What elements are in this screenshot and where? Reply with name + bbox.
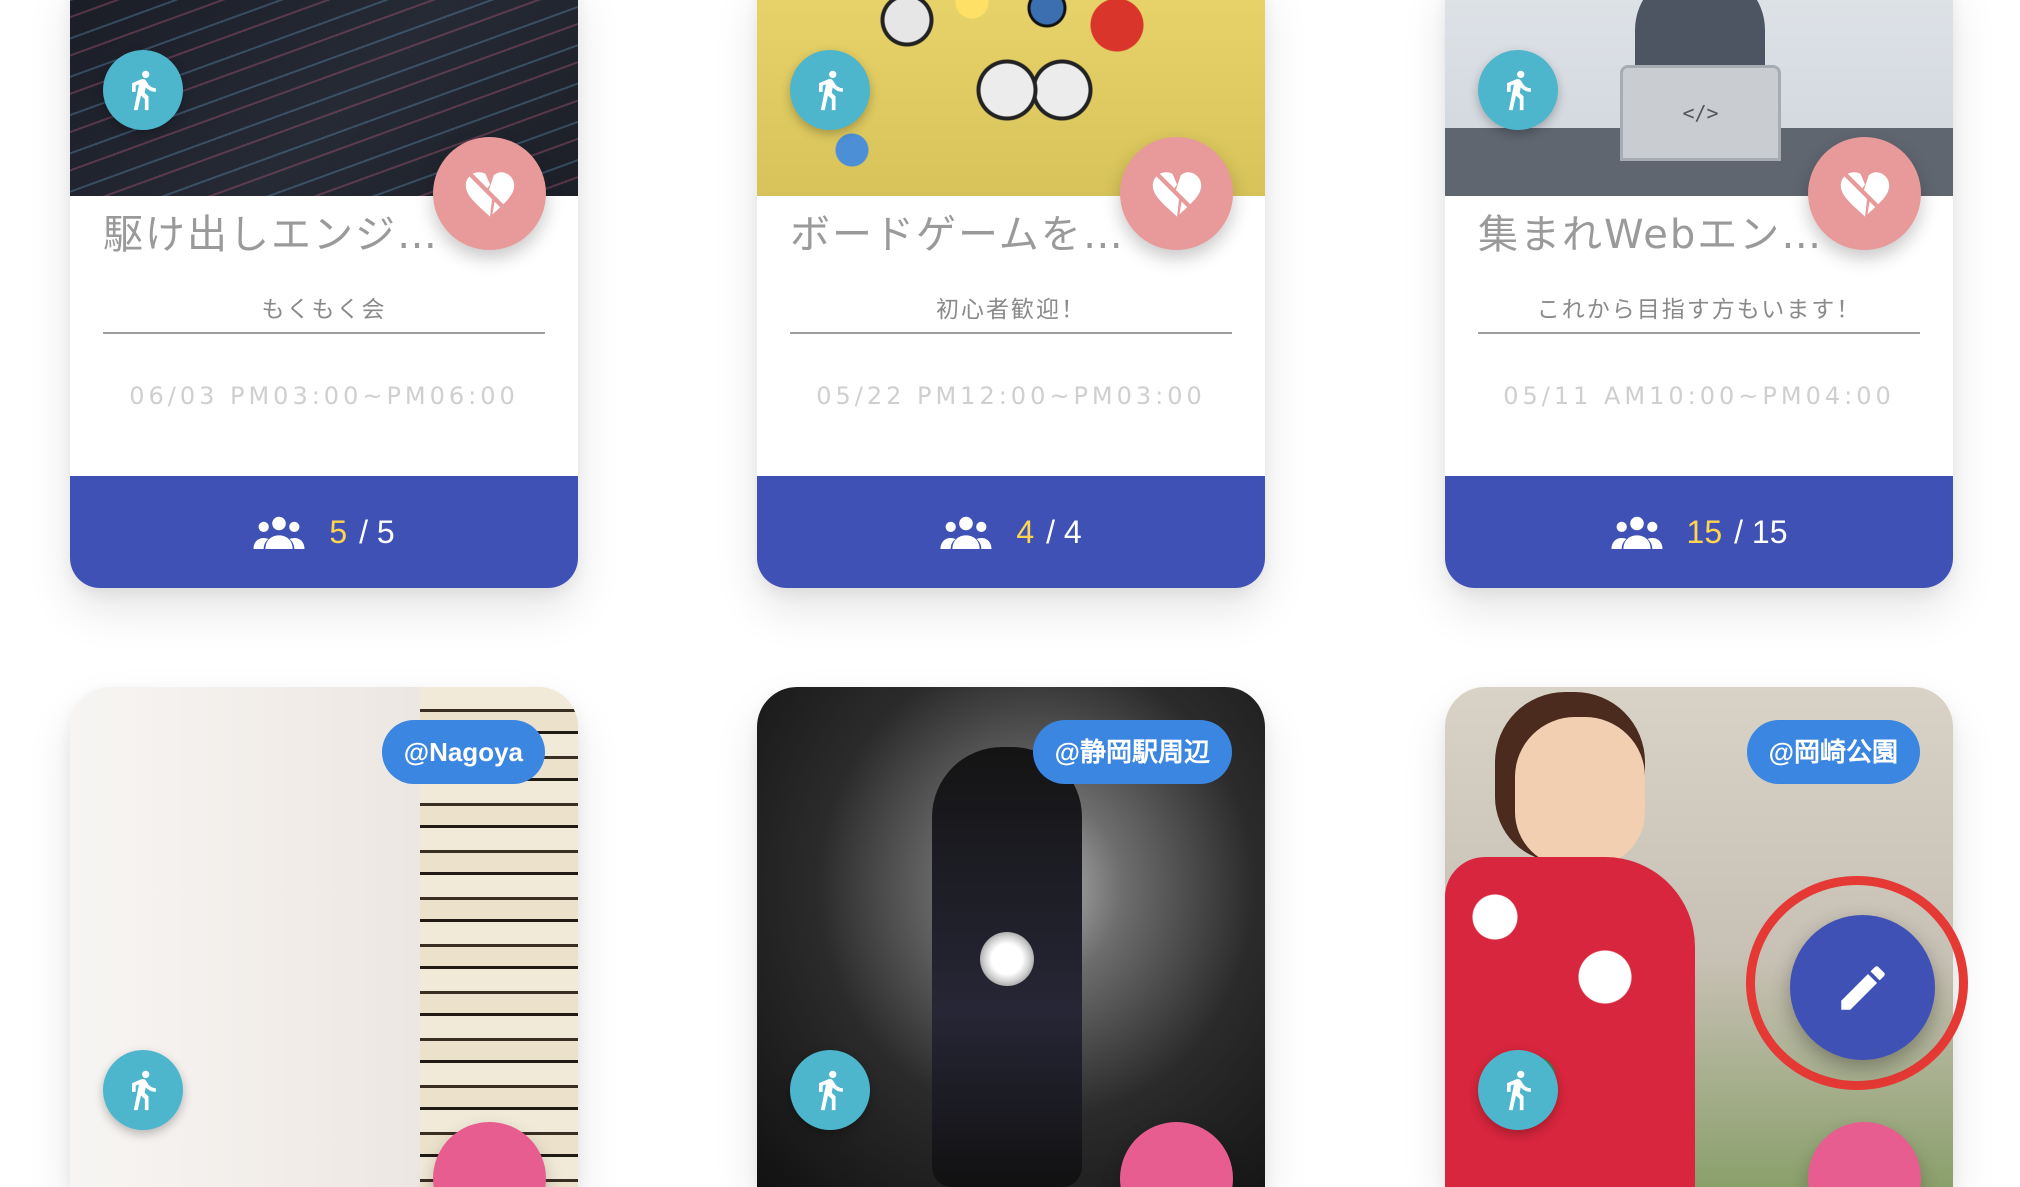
participants-bar: 4 / 4 <box>757 476 1265 588</box>
participants-capacity: / 15 <box>1734 513 1788 550</box>
group-icon <box>940 515 992 549</box>
walk-icon <box>103 50 183 130</box>
group-icon <box>253 515 305 549</box>
laptop-figure: </> <box>1620 65 1781 161</box>
location-tag: @岡崎公園 <box>1746 720 1920 784</box>
participants-bar: 15 / 15 <box>1445 476 1953 588</box>
participants-bar: 5 / 5 <box>70 476 578 588</box>
kimono-figure <box>1445 857 1695 1187</box>
event-datetime: 06/03 PM03:00~PM06:00 <box>129 382 519 410</box>
walk-icon <box>1478 50 1558 130</box>
event-subtitle: もくもく会 <box>103 292 545 334</box>
participants-current: 15 <box>1686 513 1723 550</box>
group-icon <box>1611 515 1663 549</box>
walk-icon <box>103 1050 183 1130</box>
event-card[interactable]: 駆け出しエンジニア… もくもく会 06/03 PM03:00~PM06:00 5… <box>70 0 578 588</box>
participants-current: 5 <box>329 513 348 550</box>
event-datetime: 05/11 AM10:00~PM04:00 <box>1503 382 1895 410</box>
walk-icon <box>1478 1050 1558 1130</box>
event-title: ボードゲームをしま… <box>790 212 1160 258</box>
event-subtitle: これから目指す方もいます！ <box>1478 292 1920 334</box>
motorcycle-figure <box>932 747 1082 1187</box>
pencil-icon <box>1840 965 1885 1010</box>
event-title: 駆け出しエンジニア… <box>103 212 473 258</box>
walk-icon <box>790 1050 870 1130</box>
event-card[interactable]: @静岡駅周辺 <box>757 687 1265 1187</box>
event-subtitle: 初心者歓迎！ <box>790 292 1232 334</box>
location-tag: @Nagoya <box>381 720 545 784</box>
event-card[interactable]: @Nagoya <box>70 687 578 1187</box>
participants-capacity: / 4 <box>1046 513 1082 550</box>
edit-button[interactable] <box>1790 915 1935 1060</box>
participants-current: 4 <box>1016 513 1035 550</box>
person-figure <box>1515 717 1645 867</box>
event-card[interactable]: </> 集まれWebエンジニア これから目指す方もいます！ 05/11 AM10… <box>1445 0 1953 588</box>
event-datetime: 05/22 PM12:00~PM03:00 <box>816 382 1206 410</box>
event-title: 集まれWebエンジニア <box>1478 212 1848 258</box>
event-card[interactable]: ボードゲームをしま… 初心者歓迎！ 05/22 PM12:00~PM03:00 … <box>757 0 1265 588</box>
location-tag: @静岡駅周辺 <box>1032 720 1232 784</box>
walk-icon <box>790 50 870 130</box>
participants-capacity: / 5 <box>359 513 395 550</box>
